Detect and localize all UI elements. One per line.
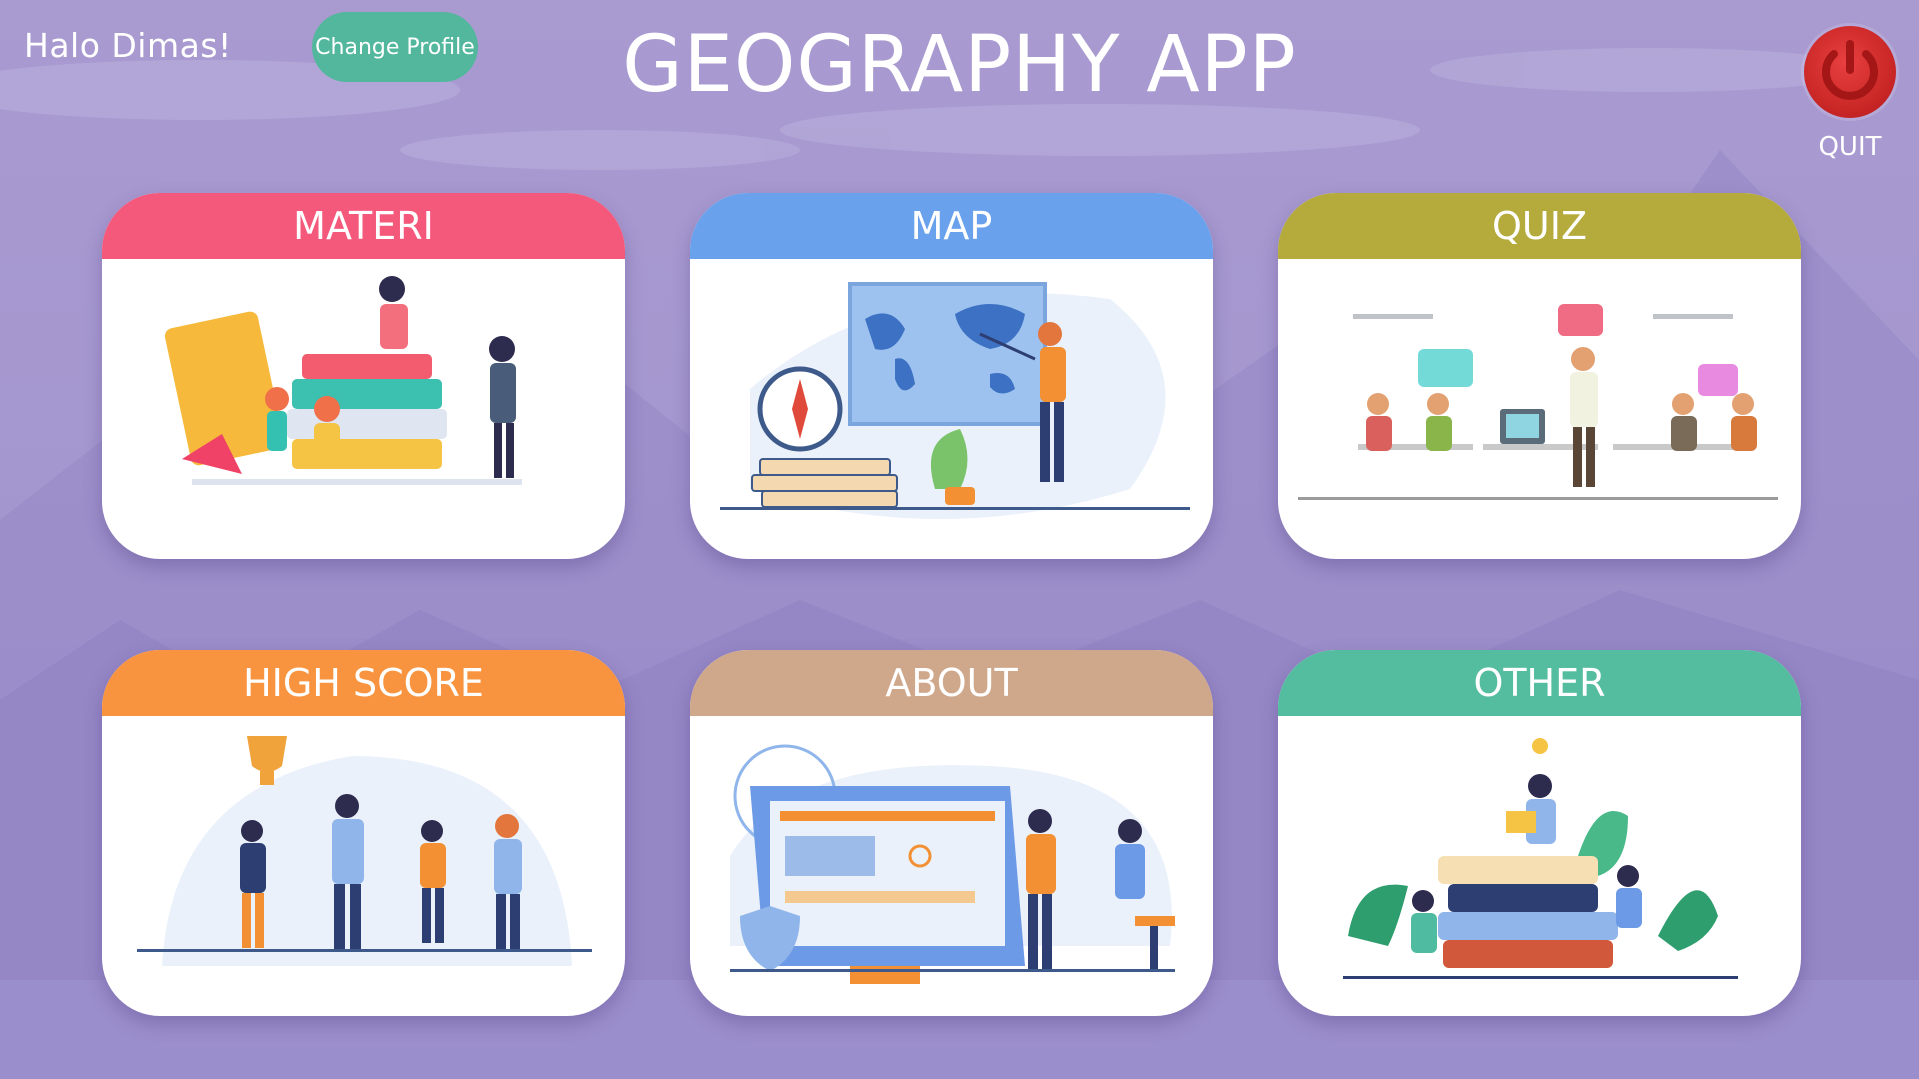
- quit-circle: [1804, 26, 1896, 118]
- card-header-materi: MATERI: [102, 193, 625, 259]
- menu-card-map[interactable]: MAP: [690, 193, 1213, 559]
- card-header-map: MAP: [690, 193, 1213, 259]
- reading-books-illustration: [1343, 738, 1738, 979]
- quit-label: QUIT: [1818, 132, 1882, 162]
- app-title: GEOGRAPHY APP: [622, 20, 1297, 110]
- card-illustration-other: [1278, 716, 1801, 1016]
- card-header-high-score: HIGH SCORE: [102, 650, 625, 716]
- power-icon: [1822, 40, 1878, 100]
- menu-card-quiz[interactable]: QUIZ: [1278, 193, 1801, 559]
- card-illustration-map: [690, 259, 1213, 559]
- card-header-other: OTHER: [1278, 650, 1801, 716]
- world-map-illustration: [720, 282, 1190, 519]
- menu-card-about[interactable]: ABOUT: [690, 650, 1213, 1016]
- card-header-about: ABOUT: [690, 650, 1213, 716]
- card-header-quiz: QUIZ: [1278, 193, 1801, 259]
- menu-card-materi[interactable]: MATERI: [102, 193, 625, 559]
- quiz-classroom-illustration: [1298, 304, 1778, 500]
- card-illustration-about: [690, 716, 1213, 1016]
- study-books-illustration: [164, 276, 522, 485]
- computer-team-illustration: [730, 744, 1175, 984]
- card-illustration-quiz: [1278, 259, 1801, 559]
- card-illustration-materi: [102, 259, 625, 559]
- menu-card-high-score[interactable]: HIGH SCORE: [102, 650, 625, 1016]
- card-illustration-high-score: [102, 716, 625, 1016]
- menu-card-other[interactable]: OTHER: [1278, 650, 1801, 1016]
- team-celebration-illustration: [137, 736, 592, 966]
- quit-button[interactable]: QUIT: [1800, 24, 1900, 169]
